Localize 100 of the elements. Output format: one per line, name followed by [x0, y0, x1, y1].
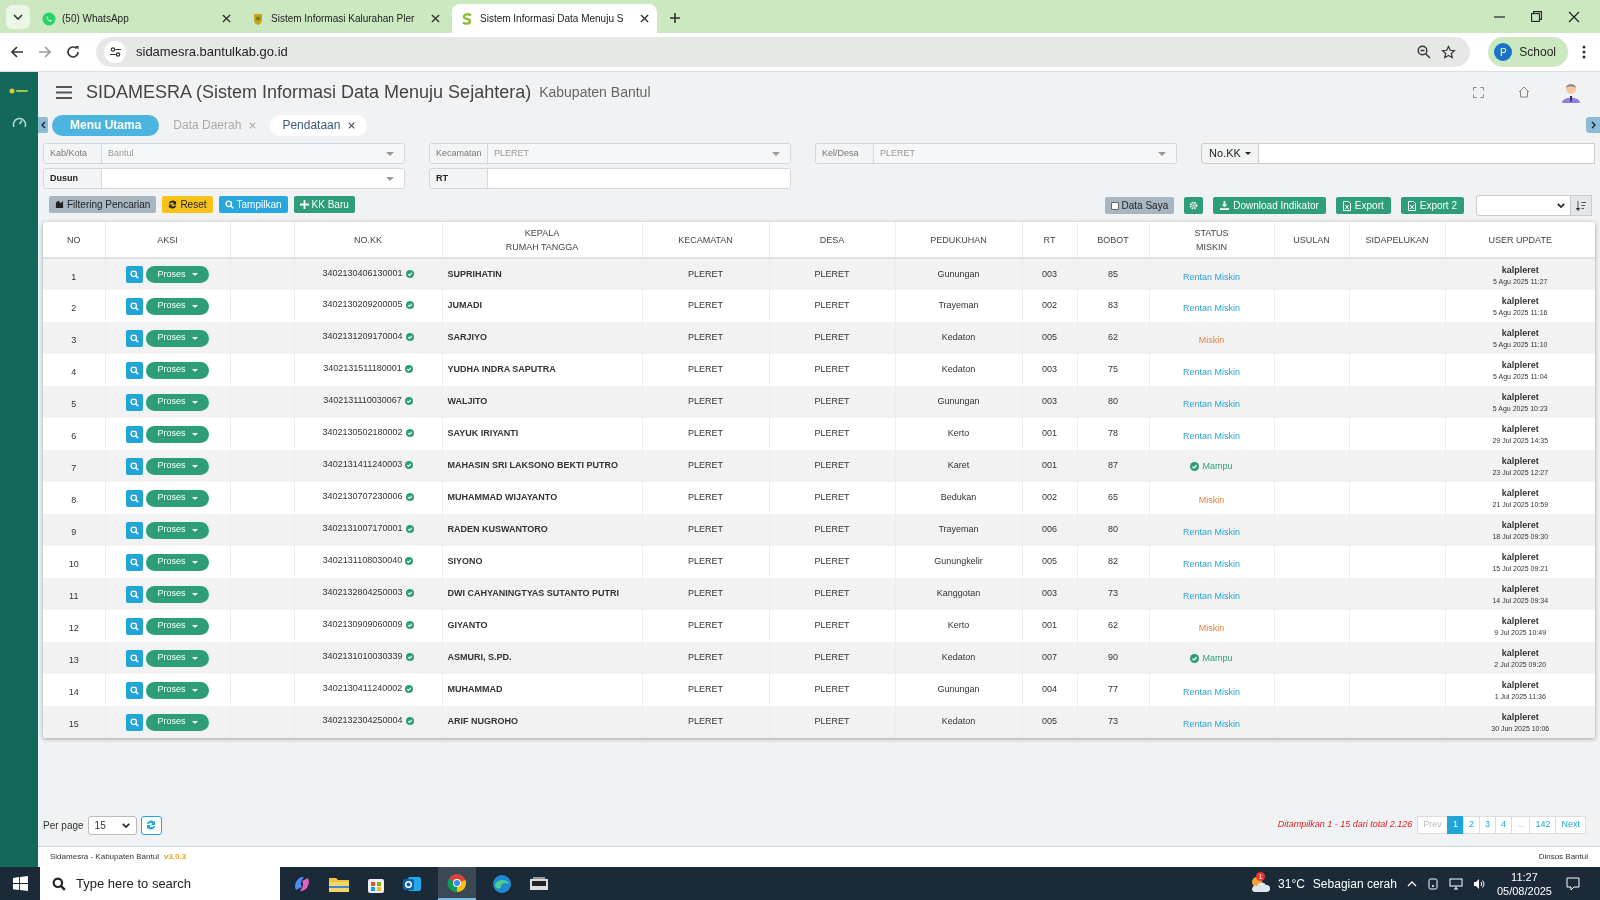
- close-icon[interactable]: [431, 14, 440, 23]
- toolbar-button[interactable]: Filtering Pencarian: [49, 195, 157, 213]
- active-app-icon[interactable]: [438, 867, 476, 900]
- per-page-select[interactable]: 15: [87, 815, 137, 835]
- view-button[interactable]: [126, 457, 144, 475]
- view-button[interactable]: [126, 297, 144, 315]
- zoom-icon[interactable]: [1417, 45, 1432, 59]
- process-button[interactable]: Proses: [146, 457, 209, 475]
- settings-button[interactable]: [1184, 197, 1204, 214]
- taskbar-search-field[interactable]: Type here to search: [40, 867, 280, 900]
- gauge-icon[interactable]: [11, 116, 27, 129]
- toolbar-button[interactable]: Export: [1335, 197, 1391, 214]
- profile-button[interactable]: P School: [1488, 37, 1568, 67]
- view-button[interactable]: [126, 681, 144, 699]
- browser-tab[interactable]: (50) WhatsApp: [34, 4, 239, 33]
- view-button[interactable]: [126, 617, 144, 635]
- caret-icon: [191, 400, 198, 404]
- process-button[interactable]: Proses: [146, 489, 209, 507]
- filter-field[interactable]: Dusun: [43, 168, 405, 189]
- user-avatar-icon[interactable]: [1560, 81, 1582, 103]
- back-arrow-icon[interactable]: [10, 45, 24, 59]
- page-tab[interactable]: Data Daerah: [163, 114, 267, 136]
- reload-icon[interactable]: [66, 45, 80, 59]
- minimize-icon[interactable]: [1494, 15, 1505, 18]
- view-button[interactable]: [126, 489, 144, 507]
- head-of-household: ASMURI, S.PD.: [447, 652, 512, 662]
- view-button[interactable]: [126, 393, 144, 411]
- download-icon: [1220, 201, 1230, 210]
- view-button[interactable]: [126, 521, 144, 539]
- process-button[interactable]: Proses: [146, 713, 209, 731]
- close-icon[interactable]: [640, 14, 649, 23]
- restore-icon[interactable]: [1531, 11, 1542, 22]
- browser-tab[interactable]: Sistem Informasi Kalurahan Pler: [243, 4, 448, 33]
- view-button[interactable]: [126, 329, 144, 347]
- row-number: 14: [68, 687, 79, 697]
- process-button[interactable]: Proses: [146, 553, 209, 571]
- table-cell: 005: [1042, 332, 1057, 342]
- close-icon[interactable]: [348, 121, 356, 129]
- wave-browser-icon[interactable]: [492, 873, 512, 894]
- caret-icon: [1244, 152, 1251, 155]
- search-icon: [224, 199, 234, 209]
- process-button[interactable]: Proses: [146, 681, 209, 699]
- process-button[interactable]: Proses: [146, 297, 209, 315]
- close-icon[interactable]: [1568, 10, 1580, 23]
- process-button[interactable]: Proses: [146, 585, 209, 603]
- page-button[interactable]: Next: [1555, 816, 1586, 834]
- process-button[interactable]: Proses: [146, 361, 209, 379]
- process-button[interactable]: Proses: [146, 617, 209, 635]
- process-button[interactable]: Proses: [146, 393, 209, 411]
- process-button[interactable]: Proses: [146, 649, 209, 667]
- scroll-right-button[interactable]: [1586, 117, 1600, 133]
- menu-icon[interactable]: [56, 85, 72, 99]
- view-button[interactable]: [126, 553, 144, 571]
- address-bar[interactable]: sidamesra.bantulkab.go.id: [96, 37, 1471, 67]
- toolbar-button[interactable]: KK Baru: [293, 195, 355, 213]
- kebab-menu-icon[interactable]: [1582, 45, 1586, 59]
- scroll-left-button[interactable]: [38, 117, 48, 133]
- data-saya-toggle[interactable]: Data Saya: [1104, 197, 1175, 214]
- star-icon[interactable]: [1441, 44, 1457, 60]
- chevron-up-icon[interactable]: [1406, 880, 1417, 887]
- search-icon: [52, 876, 66, 891]
- notification-icon[interactable]: [1566, 876, 1580, 891]
- refresh-button[interactable]: [140, 815, 162, 835]
- page-button[interactable]: 142: [1529, 816, 1557, 834]
- site-info-icon[interactable]: [104, 41, 126, 63]
- view-button[interactable]: [126, 425, 144, 443]
- view-button[interactable]: [126, 361, 144, 379]
- view-button[interactable]: [126, 649, 144, 667]
- process-button[interactable]: Proses: [146, 266, 209, 283]
- process-button[interactable]: Proses: [146, 521, 209, 539]
- view-button[interactable]: [126, 266, 144, 283]
- windows-logo-icon[interactable]: [12, 876, 28, 891]
- process-button[interactable]: Proses: [146, 425, 209, 443]
- home-icon[interactable]: [1518, 86, 1530, 98]
- toolbar-button[interactable]: Export 2: [1400, 197, 1464, 214]
- table-cell: PLERET: [814, 588, 850, 598]
- sort-button[interactable]: [1571, 195, 1592, 216]
- filter-field[interactable]: RT: [429, 168, 791, 189]
- tab-list-button[interactable]: [6, 5, 30, 29]
- device-icon[interactable]: [1426, 877, 1439, 890]
- search-by-dropdown[interactable]: No.KK: [1201, 143, 1259, 164]
- process-button[interactable]: Proses: [146, 329, 209, 347]
- checkbox[interactable]: [1110, 201, 1119, 210]
- spreadsheet-file-icon: [1407, 200, 1416, 211]
- view-button[interactable]: [126, 585, 144, 603]
- toolbar-button[interactable]: Tampilkan: [218, 195, 288, 213]
- view-button[interactable]: [126, 713, 144, 731]
- network-icon[interactable]: [1448, 877, 1463, 890]
- toolbar-button[interactable]: Download Indikator: [1213, 197, 1326, 214]
- browser-tab[interactable]: Sistem Informasi Data Menuju S: [452, 4, 657, 33]
- close-icon[interactable]: [222, 14, 231, 23]
- toolbar-button[interactable]: Reset: [162, 195, 213, 213]
- clock[interactable]: 11:27 05/08/2025: [1496, 869, 1552, 898]
- search-input[interactable]: [1259, 143, 1595, 164]
- page-tab[interactable]: Pendataan: [270, 114, 368, 136]
- speaker-icon[interactable]: [1472, 877, 1485, 890]
- fullscreen-icon[interactable]: [1473, 86, 1484, 98]
- terminal-app-icon[interactable]: [528, 874, 550, 893]
- forward-arrow-icon[interactable]: [38, 45, 52, 59]
- page-tab[interactable]: Menu Utama: [52, 114, 160, 136]
